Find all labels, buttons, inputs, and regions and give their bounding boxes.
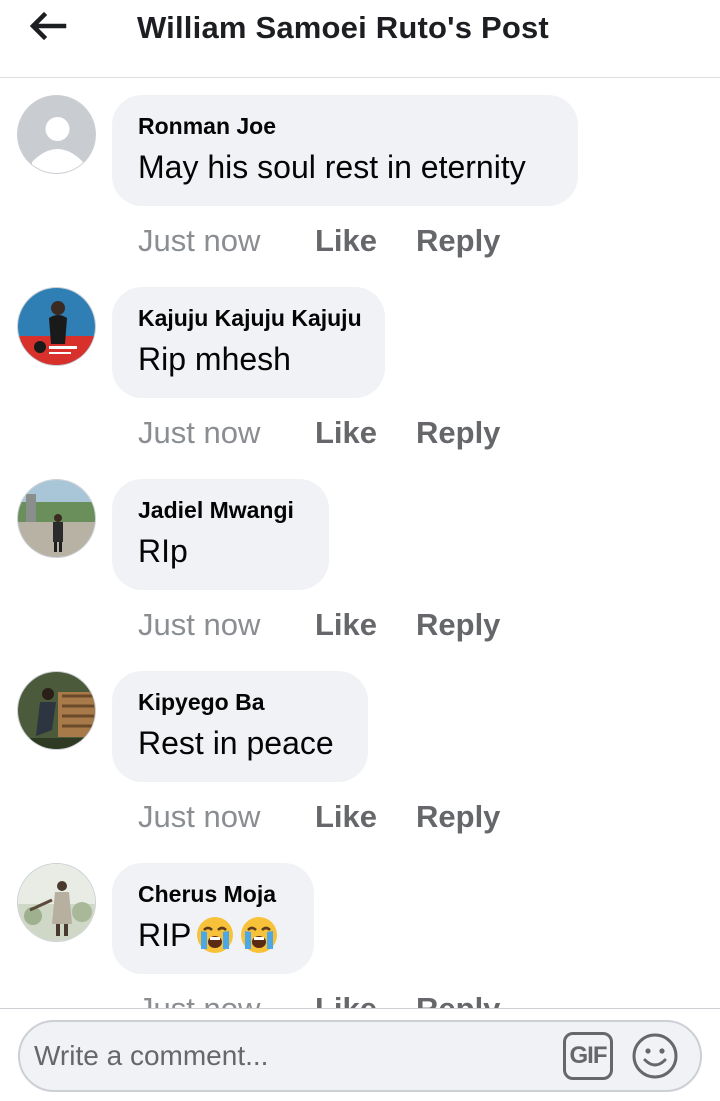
gif-button[interactable]: GIF [563, 1032, 613, 1080]
comment-author[interactable]: Jadiel Mwangi [138, 495, 303, 529]
crying-face-emoji-icon [197, 917, 234, 953]
comment-bubble[interactable]: Ronman Joe May his soul rest in eternity [112, 95, 578, 206]
comment-text: RIP [138, 913, 288, 957]
comment-text: Rip mhesh [138, 341, 291, 377]
comment-composer: GIF [0, 1008, 720, 1101]
comment-timestamp: Just now [138, 607, 261, 642]
comment-actions: Just now Like Reply [138, 794, 500, 840]
comment-author[interactable]: Kajuju Kajuju Kajuju [138, 303, 362, 337]
comment-author[interactable]: Cherus Moja [138, 879, 288, 913]
comment-item: Kipyego Ba Rest in peace Just now Like R… [0, 654, 720, 846]
comment-actions: Just now Like Reply [138, 410, 500, 456]
comment-actions: Just now Like Reply [138, 602, 500, 648]
comment-timestamp: Just now [138, 415, 261, 450]
comment-item: Jadiel Mwangi RIp Just now Like Reply [0, 462, 720, 654]
comment-text: RIp [138, 533, 188, 569]
avatar[interactable] [17, 863, 96, 942]
comment-timestamp: Just now [138, 223, 261, 258]
like-button[interactable]: Like [315, 602, 416, 648]
like-button[interactable]: Like [315, 218, 416, 264]
avatar[interactable] [17, 95, 96, 174]
avatar[interactable] [17, 287, 96, 366]
reply-button[interactable]: Reply [416, 986, 500, 1008]
back-arrow-icon[interactable] [26, 6, 70, 46]
like-button[interactable]: Like [315, 986, 416, 1008]
comment-bubble[interactable]: Jadiel Mwangi RIp [112, 479, 329, 590]
comment-item: Cherus Moja RIP [0, 846, 720, 1008]
comment-bubble[interactable]: Kajuju Kajuju Kajuju Rip mhesh [112, 287, 385, 398]
comment-text: May his soul rest in eternity [138, 149, 526, 185]
like-button[interactable]: Like [315, 794, 416, 840]
avatar[interactable] [17, 671, 96, 750]
comment-timestamp: Just now [138, 986, 315, 1008]
comment-bubble[interactable]: Cherus Moja RIP [112, 863, 314, 974]
comment-author[interactable]: Ronman Joe [138, 111, 552, 145]
comment-item: Ronman Joe May his soul rest in eternity… [0, 78, 720, 270]
comment-timestamp: Just now [138, 799, 261, 834]
like-button[interactable]: Like [315, 410, 416, 456]
page-title: William Samoei Ruto's Post [137, 10, 549, 45]
comment-item: Kajuju Kajuju Kajuju Rip mhesh Just now … [0, 270, 720, 462]
comment-bubble[interactable]: Kipyego Ba Rest in peace [112, 671, 368, 782]
crying-face-emoji-icon [241, 917, 278, 953]
smiley-icon[interactable] [631, 1032, 679, 1080]
comment-author[interactable]: Kipyego Ba [138, 687, 342, 721]
reply-button[interactable]: Reply [416, 218, 500, 264]
reply-button[interactable]: Reply [416, 602, 500, 648]
avatar[interactable] [17, 479, 96, 558]
top-bar: William Samoei Ruto's Post [0, 0, 720, 78]
reply-button[interactable]: Reply [416, 410, 500, 456]
comment-actions: Just now Like Reply [138, 986, 500, 1008]
comment-actions: Just now Like Reply [138, 218, 500, 264]
comment-list: Ronman Joe May his soul rest in eternity… [0, 78, 720, 1008]
reply-button[interactable]: Reply [416, 794, 500, 840]
comment-text: Rest in peace [138, 725, 334, 761]
